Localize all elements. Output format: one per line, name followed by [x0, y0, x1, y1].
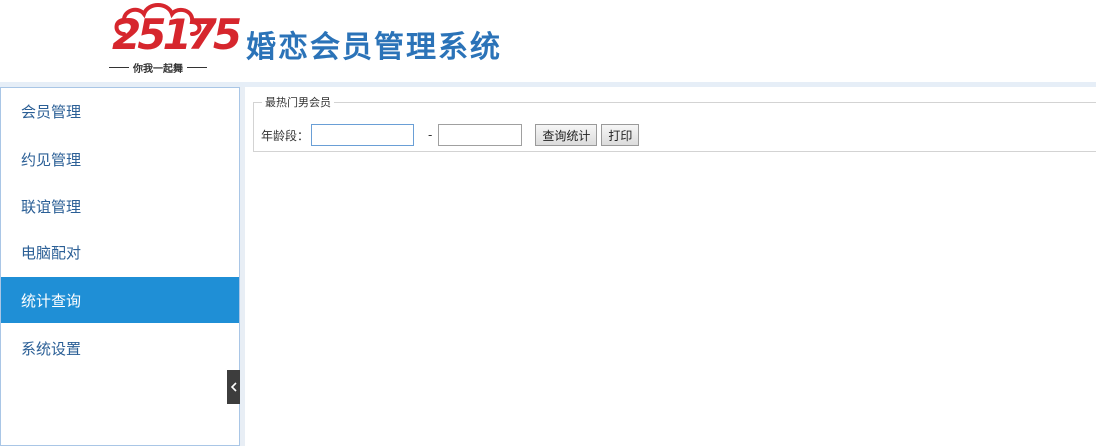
chevron-left-icon [230, 382, 237, 392]
query-statistics-button[interactable]: 查询统计 [535, 124, 598, 146]
hot-male-members-panel: 最热门男会员 年龄段： - 查询统计 打印 [253, 94, 1096, 152]
sidebar-nav: 会员管理 约见管理 联谊管理 电脑配对 统计查询 系统设置 [0, 87, 240, 446]
age-to-input[interactable] [438, 124, 523, 146]
age-separator: - [428, 128, 433, 142]
sidebar-item-system-settings[interactable]: 系统设置 [1, 325, 239, 371]
logo-slogan: 你我一起舞 [133, 63, 183, 75]
sidebar-item-social-event-management[interactable]: 联谊管理 [1, 183, 239, 229]
sidebar-item-member-management[interactable]: 会员管理 [1, 88, 239, 134]
app-header: 25175 你我一起舞 婚恋会员管理系统 [0, 0, 1096, 82]
system-title: 婚恋会员管理系统 [246, 30, 502, 65]
logo: 25175 你我一起舞 [96, 0, 242, 80]
panel-legend: 最热门男会员 [265, 96, 331, 109]
age-filter-row: 年龄段： - 查询统计 打印 [261, 124, 640, 146]
print-button[interactable]: 打印 [601, 124, 640, 146]
sidebar-item-appointment-management[interactable]: 约见管理 [1, 136, 239, 182]
age-from-input[interactable] [311, 124, 415, 146]
sidebar-collapse-button[interactable] [227, 370, 240, 404]
sidebar-item-statistics-query[interactable]: 统计查询 [1, 277, 239, 323]
sidebar-item-computer-matching[interactable]: 电脑配对 [1, 229, 239, 275]
age-range-label: 年龄段： [261, 128, 310, 143]
logo-number: 25175 [112, 10, 242, 59]
main-content: 最热门男会员 年龄段： - 查询统计 打印 [245, 87, 1096, 446]
